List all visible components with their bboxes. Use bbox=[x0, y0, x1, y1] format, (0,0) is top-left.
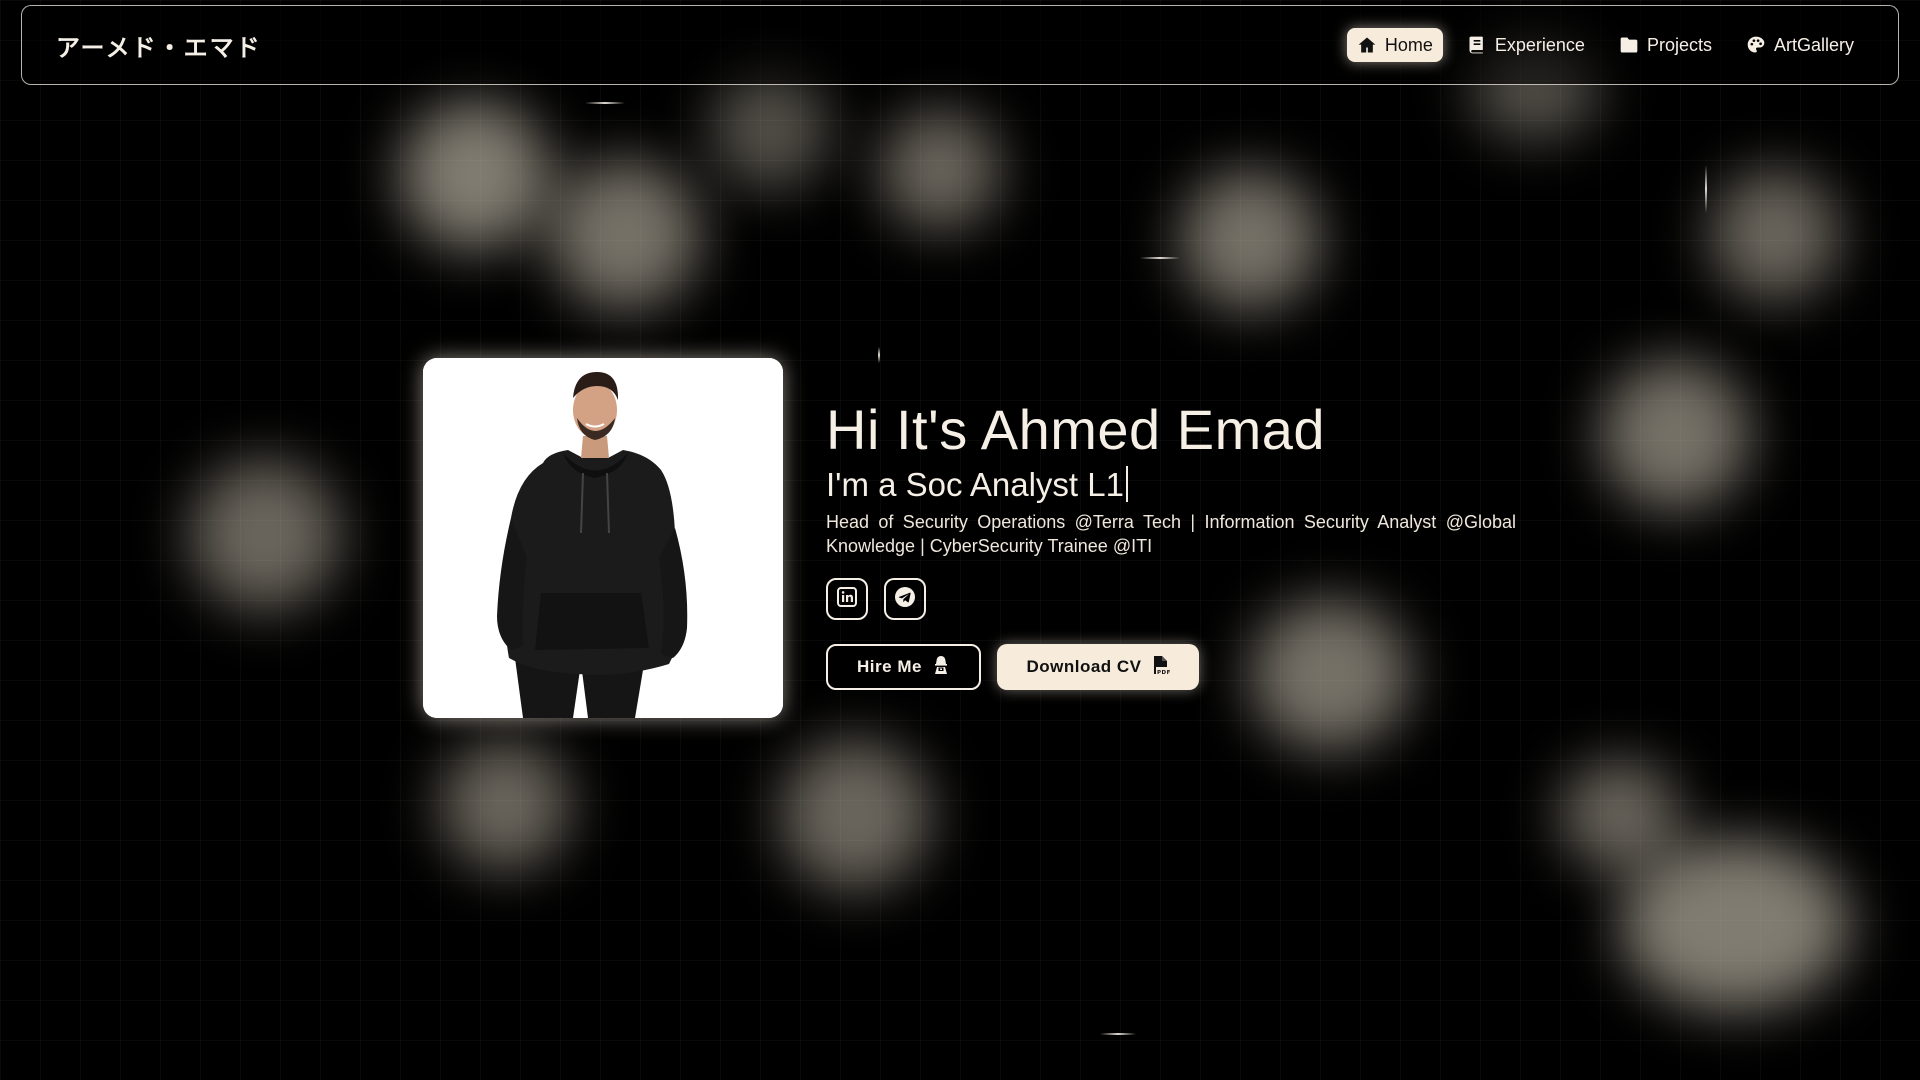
bokeh-light bbox=[550, 160, 700, 310]
light-streak bbox=[1140, 257, 1180, 259]
pdf-file-icon: PDF bbox=[1152, 655, 1170, 680]
light-streak bbox=[1100, 1033, 1136, 1035]
bokeh-light bbox=[400, 100, 550, 250]
nav-item-projects[interactable]: Projects bbox=[1609, 28, 1722, 62]
bokeh-light bbox=[880, 110, 1000, 230]
bokeh-light bbox=[440, 740, 570, 870]
brand-logo[interactable]: アーメド・エマド bbox=[56, 28, 262, 63]
bokeh-light bbox=[1620, 840, 1850, 1010]
hero-subtitle: I'm a Soc Analyst L1 bbox=[826, 466, 1124, 503]
palette-icon bbox=[1746, 35, 1766, 55]
linkedin-button[interactable] bbox=[826, 578, 868, 620]
navbar: アーメド・エマド Home Experience Projects ArtGal… bbox=[21, 5, 1899, 85]
typing-caret bbox=[1125, 466, 1128, 502]
hero-subtitle-wrapper: I'm a Soc Analyst L1 bbox=[826, 464, 1516, 506]
bokeh-light bbox=[780, 740, 930, 890]
nav-item-label: Projects bbox=[1646, 34, 1712, 55]
bokeh-light bbox=[190, 460, 340, 610]
hero-description: Head of Security Operations @Terra Tech … bbox=[826, 512, 1516, 556]
download-cv-button[interactable]: Download CV PDF bbox=[997, 644, 1199, 690]
hero-section: Hi It's Ahmed Emad I'm a Soc Analyst L1 … bbox=[826, 396, 1516, 690]
linkedin-icon bbox=[835, 585, 859, 614]
profile-photo bbox=[423, 358, 783, 718]
hire-me-label: Hire Me bbox=[857, 657, 922, 676]
telegram-icon bbox=[893, 585, 917, 614]
nav-item-label: ArtGallery bbox=[1773, 34, 1854, 55]
nav-item-label: Home bbox=[1384, 34, 1433, 55]
book-icon bbox=[1467, 35, 1487, 55]
hero-actions: Hire Me Download CV PDF bbox=[826, 644, 1516, 690]
light-streak bbox=[1705, 165, 1707, 213]
nav-item-artgallery[interactable]: ArtGallery bbox=[1736, 28, 1864, 62]
nav-item-experience[interactable]: Experience bbox=[1457, 28, 1595, 62]
nav-item-home[interactable]: Home bbox=[1346, 28, 1443, 62]
hero-title: Hi It's Ahmed Emad bbox=[826, 398, 1325, 461]
bokeh-light bbox=[1710, 170, 1840, 300]
light-streak bbox=[878, 347, 880, 363]
telegram-button[interactable] bbox=[884, 578, 926, 620]
bokeh-light bbox=[1560, 760, 1680, 870]
person-illustration bbox=[423, 358, 783, 718]
bokeh-light bbox=[710, 70, 830, 190]
bokeh-light bbox=[1180, 170, 1320, 310]
nav-item-label: Experience bbox=[1494, 34, 1585, 55]
bokeh-light bbox=[1600, 360, 1750, 510]
hacker-icon bbox=[932, 655, 950, 680]
house-icon bbox=[1357, 35, 1377, 55]
download-cv-label: Download CV bbox=[1026, 657, 1142, 676]
svg-text:PDF: PDF bbox=[1157, 670, 1170, 675]
light-streak bbox=[585, 102, 625, 104]
social-links bbox=[826, 578, 1516, 620]
main-nav: Home Experience Projects ArtGallery bbox=[1346, 28, 1864, 62]
hire-me-button[interactable]: Hire Me bbox=[826, 644, 981, 690]
page-background: アーメド・エマド Home Experience Projects ArtGal… bbox=[0, 0, 1920, 1080]
folder-icon bbox=[1619, 35, 1639, 55]
